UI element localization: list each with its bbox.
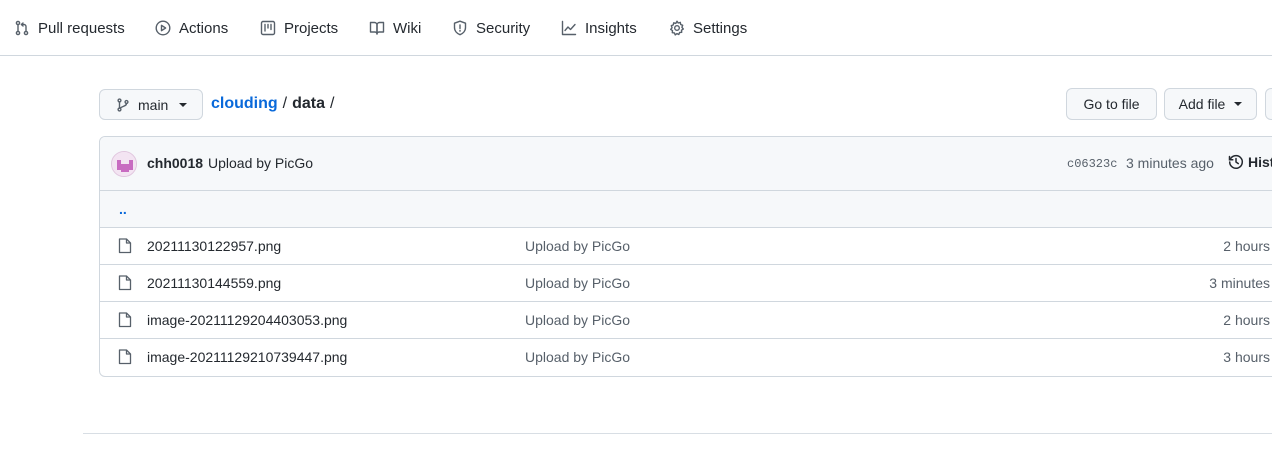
footer-divider [83,433,1272,434]
identicon-icon [112,152,136,176]
file-row[interactable]: image-20211129210739447.png Upload by Pi… [100,339,1272,376]
code-button[interactable] [1265,88,1272,120]
shield-icon [453,20,467,36]
file-row[interactable]: image-20211129204403053.png Upload by Pi… [100,302,1272,339]
history-label: History [1248,154,1272,170]
chevron-down-icon [1234,102,1243,106]
project-icon [260,20,276,36]
breadcrumb-current-dir: data [292,95,326,112]
file-name[interactable]: image-20211129210739447.png [147,349,347,365]
branch-name: main [138,96,169,113]
pull-request-icon [15,20,29,36]
tab-insights[interactable]: Insights [561,0,637,56]
file-name[interactable]: 20211130122957.png [147,238,281,254]
add-file-button[interactable]: Add file [1164,88,1257,120]
tab-label: Wiki [393,19,422,37]
file-icon [118,238,132,254]
file-age: 3 minutes [1209,275,1270,291]
file-icon [118,275,132,291]
file-age: 2 hours [1223,312,1270,328]
commit-message[interactable]: Upload by PicGo [208,155,313,171]
breadcrumb: clouding / data / [211,94,339,114]
file-row[interactable]: 20211130122957.png Upload by PicGo 2 hou… [100,228,1272,265]
tab-label: Actions [179,19,229,37]
tab-security[interactable]: Security [452,0,530,56]
gear-icon [670,20,684,36]
parent-directory-row[interactable]: .. [100,191,1272,228]
commit-sha[interactable]: c06323c [1067,157,1117,171]
go-to-file-label: Go to file [1083,96,1140,112]
breadcrumb-repo-link[interactable]: clouding [211,95,278,113]
file-age: 2 hours [1223,238,1270,254]
parent-directory-link[interactable]: .. [119,201,127,217]
go-to-file-button[interactable]: Go to file [1066,88,1157,120]
file-icon [118,312,132,328]
tab-label: Pull requests [38,19,125,37]
book-icon [369,21,385,35]
file-name[interactable]: 20211130144559.png [147,275,281,291]
file-commit-message[interactable]: Upload by PicGo [525,275,630,291]
breadcrumb-separator: / [282,95,288,112]
file-browser: chh0018 Upload by PicGo c06323c 3 minute… [99,136,1272,377]
file-commit-message[interactable]: Upload by PicGo [525,349,630,365]
avatar[interactable] [111,151,137,177]
graph-icon [561,20,577,36]
breadcrumb-separator: / [330,95,335,112]
file-icon [118,349,132,365]
tab-label: Insights [585,19,637,37]
tab-projects[interactable]: Projects [260,0,338,56]
commit-author[interactable]: chh0018 [147,155,203,171]
tab-actions[interactable]: Actions [155,0,228,56]
history-icon [1228,154,1243,169]
tab-label: Security [476,19,531,37]
file-commit-message[interactable]: Upload by PicGo [525,238,630,254]
file-commit-message[interactable]: Upload by PicGo [525,312,630,328]
commit-time: 3 minutes ago [1126,155,1214,171]
tab-wiki[interactable]: Wiki [369,0,421,56]
tab-label: Projects [284,19,339,37]
history-link[interactable]: History [1228,154,1272,170]
add-file-label: Add file [1178,96,1226,112]
play-icon [155,20,171,36]
file-age: 3 hours [1223,349,1270,365]
branch-selector[interactable]: main [99,89,203,120]
repo-nav: Pull requests Actions Projects Wiki Secu… [0,0,1272,56]
tab-settings[interactable]: Settings [669,0,747,56]
file-row[interactable]: 20211130144559.png Upload by PicGo 3 min… [100,265,1272,302]
chevron-down-icon [179,102,188,107]
tab-pull-requests[interactable]: Pull requests [14,0,125,56]
git-branch-icon [117,97,129,112]
latest-commit-bar: chh0018 Upload by PicGo c06323c 3 minute… [100,137,1272,191]
tab-label: Settings [693,19,748,37]
file-name[interactable]: image-20211129204403053.png [147,312,347,328]
